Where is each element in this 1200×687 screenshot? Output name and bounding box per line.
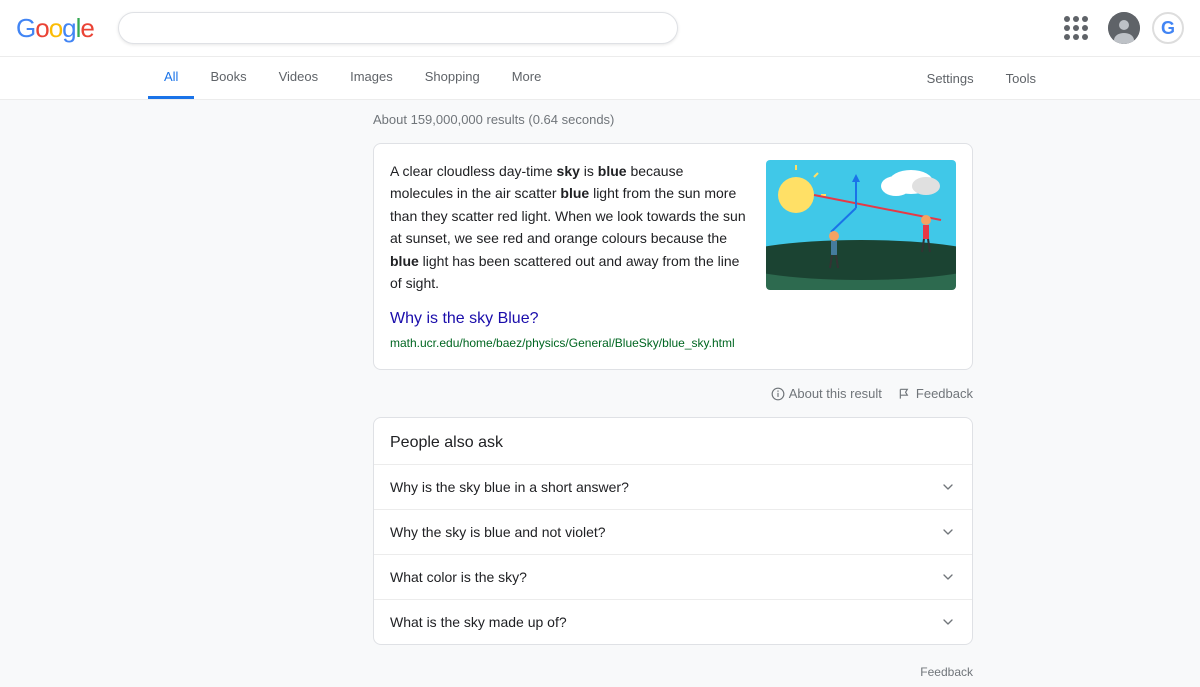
snippet-image (766, 160, 956, 290)
google-logo[interactable]: Google (16, 13, 94, 44)
account-avatar[interactable] (1108, 12, 1140, 44)
about-result-label: About this result (789, 386, 882, 401)
search-bar: why is the sky blue (118, 12, 678, 44)
featured-snippet: A clear cloudless day-time sky is blue b… (373, 143, 973, 370)
search-input[interactable]: why is the sky blue (133, 19, 639, 37)
paa-item-0[interactable]: Why is the sky blue in a short answer? (374, 465, 972, 510)
chevron-down-icon-3 (940, 614, 956, 630)
tab-settings[interactable]: Settings (911, 59, 990, 98)
paa-question-3: What is the sky made up of? (390, 614, 567, 630)
tab-tools[interactable]: Tools (990, 59, 1052, 98)
tab-books[interactable]: Books (194, 57, 262, 99)
avatar-icon (1108, 12, 1140, 44)
snippet-footer: About this result Feedback (373, 378, 973, 417)
tab-shopping[interactable]: Shopping (409, 57, 496, 99)
people-also-ask-section: People also ask Why is the sky blue in a… (373, 417, 973, 645)
flag-icon (898, 387, 912, 401)
results-count: About 159,000,000 results (0.64 seconds) (373, 100, 975, 143)
search-button[interactable] (659, 26, 663, 30)
info-icon (771, 387, 785, 401)
snippet-url: math.ucr.edu/home/baez/physics/General/B… (390, 334, 750, 353)
paa-question-0: Why is the sky blue in a short answer? (390, 479, 629, 495)
paa-item-1[interactable]: Why the sky is blue and not violet? (374, 510, 972, 555)
tab-all[interactable]: All (148, 57, 194, 99)
paa-question-2: What color is the sky? (390, 569, 527, 585)
tab-more[interactable]: More (496, 57, 558, 99)
feedback-label: Feedback (916, 386, 973, 401)
header: Google why is the sky blue (0, 0, 1200, 57)
chevron-down-icon-0 (940, 479, 956, 495)
chevron-down-icon-2 (940, 569, 956, 585)
tab-images[interactable]: Images (334, 57, 409, 99)
tab-videos[interactable]: Videos (263, 57, 335, 99)
page-feedback-link[interactable]: Feedback (373, 661, 973, 687)
search-tabs: All Books Videos Images Shopping More Se… (0, 57, 1200, 100)
chevron-down-icon-1 (940, 524, 956, 540)
snippet-body: A clear cloudless day-time sky is blue b… (390, 160, 750, 353)
main-content: About 159,000,000 results (0.64 seconds)… (225, 100, 975, 687)
apps-button[interactable] (1056, 8, 1096, 48)
paa-question-1: Why the sky is blue and not violet? (390, 524, 606, 540)
snippet-text-content: A clear cloudless day-time sky is blue b… (390, 160, 750, 294)
snippet-link[interactable]: Why is the sky Blue? (390, 306, 750, 332)
paa-title: People also ask (374, 418, 972, 465)
header-right: G (1056, 8, 1184, 48)
sky-illustration (766, 160, 956, 290)
microphone-button[interactable] (647, 26, 651, 30)
feedback-button[interactable]: Feedback (898, 386, 973, 401)
google-account-button[interactable]: G (1152, 12, 1184, 44)
about-result-button[interactable]: About this result (771, 386, 882, 401)
paa-item-2[interactable]: What color is the sky? (374, 555, 972, 600)
paa-item-3[interactable]: What is the sky made up of? (374, 600, 972, 644)
